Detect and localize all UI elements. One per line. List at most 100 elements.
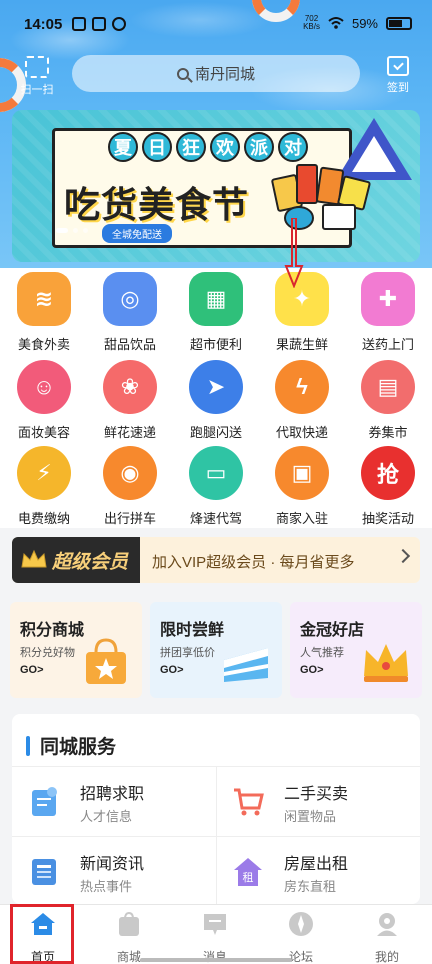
scooter-icon: ➤ [189, 360, 243, 414]
electric-bill-icon: ⚡ [17, 446, 71, 500]
net-speed-unit: KB/s [303, 22, 320, 31]
message-icon [204, 914, 226, 935]
beauty-face-icon: ☺ [17, 360, 71, 414]
steering-wheel-icon-glyph: ◉ [120, 460, 140, 485]
city-service-recruit[interactable]: 招聘求职 人才信息 [12, 772, 212, 832]
scan-icon [25, 56, 49, 78]
service-item[interactable]: ✚ 送药上门 [345, 272, 431, 353]
promo-card-points[interactable]: 积分商城 积分兑好物 GO> [10, 602, 142, 698]
service-item[interactable]: 抢抽奖活动 [345, 446, 431, 527]
flower-icon: ❀ [103, 360, 157, 414]
service-item[interactable]: ◉ 出行拼车 [87, 446, 173, 527]
vip-message: 加入VIP超级会员 · 每月省更多 [152, 554, 355, 571]
promo-title: 限时尝鲜 [160, 622, 225, 639]
tab-profile[interactable]: 我的 [344, 911, 430, 964]
promo-banner[interactable]: 夏 日 狂 欢 派 对 吃货美食节 全城免配送 [12, 110, 420, 262]
battery-percent: 59% [351, 15, 378, 31]
vip-badge: 超级会员 [12, 537, 140, 583]
battery-icon [386, 16, 412, 30]
service-label: 美食外卖 [17, 337, 70, 352]
service-item[interactable]: ▦ 超市便利 [173, 272, 259, 353]
gesture-bar[interactable] [140, 958, 292, 962]
banner-char: 夏 [108, 132, 138, 162]
steering-wheel-icon: ◉ [103, 446, 157, 500]
service-item[interactable]: ☺ 面妆美容 [1, 360, 87, 441]
profile-icon [377, 913, 397, 936]
ticket-icon: ▤ [361, 360, 415, 414]
service-label: 面妆美容 [17, 425, 70, 440]
scan-label: 扫一扫 [20, 84, 54, 96]
service-item[interactable]: ϟ 代取快递 [259, 360, 345, 441]
city-service-news[interactable]: 新闻资讯 热点事件 [12, 842, 212, 902]
checkin-label: 签到 [387, 82, 409, 94]
promo-card-tasting[interactable]: 限时尝鲜 拼团享低价 GO> [150, 602, 282, 698]
donut-icon: ◎ [103, 272, 157, 326]
banner-char: 派 [244, 132, 274, 162]
lightning-runner-icon-glyph: ϟ [296, 374, 308, 399]
tab-forum[interactable]: 论坛 [258, 911, 344, 964]
city-services-panel: 同城服务 招聘求职 人才信息 二手买卖 闲置物品 新闻资讯 热点事件 租 房屋出… [12, 714, 420, 904]
car-icon-glyph: ▭ [205, 460, 227, 485]
service-label: 果蔬生鲜 [275, 337, 328, 352]
service-title: 招聘求职 [80, 786, 145, 803]
app-notification-icon [72, 17, 86, 31]
news-icon [32, 859, 56, 885]
service-subtitle: 人才信息 [80, 809, 133, 824]
promo-card-crown-store[interactable]: 金冠好店 人气推荐 GO> [290, 602, 422, 698]
status-bar: 14:05 702 KB/s 59% [0, 0, 432, 50]
service-item[interactable]: ❀ 鲜花速递 [87, 360, 173, 441]
service-item[interactable]: ⚡ 电费缴纳 [1, 446, 87, 527]
lightning-runner-icon: ϟ [275, 360, 329, 414]
tab-mall[interactable]: 商城 [86, 911, 172, 964]
recruit-icon [32, 787, 57, 816]
scan-button[interactable]: 扫一扫 [14, 56, 60, 96]
service-label: 抽奖活动 [361, 511, 414, 526]
city-service-secondhand[interactable]: 二手买卖 闲置物品 [216, 772, 416, 832]
service-label: 券集市 [368, 425, 408, 440]
shop-bag-icon [119, 911, 139, 936]
cake-icon [224, 648, 268, 682]
promo-title: 金冠好店 [300, 622, 365, 639]
banner-pagination [56, 228, 88, 233]
checkin-button[interactable]: 签到 [378, 56, 418, 95]
service-item[interactable]: ▤ 券集市 [345, 360, 431, 441]
banner-tag: 全城免配送 [102, 224, 172, 243]
scooter-icon-glyph: ➤ [206, 374, 226, 399]
service-item[interactable]: ◎ 甜品饮品 [87, 272, 173, 353]
crown-icon [21, 549, 47, 568]
lottery-icon-glyph: 抢 [376, 462, 399, 487]
banner-char: 狂 [176, 132, 206, 162]
service-label: 电费缴纳 [17, 511, 70, 526]
tab-messages[interactable]: 消息 [172, 911, 258, 964]
service-item[interactable]: ▣ 商家入驻 [259, 446, 345, 527]
vip-banner[interactable]: 超级会员 加入VIP超级会员 · 每月省更多 [12, 537, 420, 583]
city-services-header: 同城服务 [26, 732, 116, 759]
city-services-title: 同城服务 [40, 737, 117, 758]
beauty-face-icon-glyph: ☺ [32, 374, 56, 399]
banner-headline: 吃货美食节 [64, 184, 250, 225]
service-item[interactable]: ▭ 烽速代驾 [173, 446, 259, 527]
electric-bill-icon-glyph: ⚡ [36, 460, 52, 485]
donut-icon-glyph: ◎ [120, 286, 140, 311]
tab-label: 我的 [374, 950, 399, 964]
service-item[interactable]: ➤ 跑腿闪送 [173, 360, 259, 441]
service-item[interactable]: ≋ 美食外卖 [1, 272, 87, 353]
banner-topline: 夏 日 狂 欢 派 对 [108, 132, 308, 162]
app-notification-icon [112, 17, 126, 31]
search-bar[interactable]: 南丹同城 [72, 55, 360, 92]
vip-badge-label: 超级会员 [52, 551, 129, 573]
noodle-bowl-icon: ≋ [17, 272, 71, 326]
banner-char: 对 [278, 132, 308, 162]
service-subtitle: 房东直租 [284, 879, 337, 894]
merchant-card-icon: ▣ [275, 446, 329, 500]
service-subtitle: 闲置物品 [284, 809, 337, 824]
flower-icon-glyph: ❀ [120, 374, 140, 399]
service-label: 代取快递 [275, 425, 328, 440]
service-title: 二手买卖 [284, 786, 349, 803]
medicine-box-icon: ✚ [361, 272, 415, 326]
shopping-bag-icon [86, 638, 126, 684]
medicine-box-icon-glyph: ✚ [378, 286, 398, 311]
merchant-card-icon-glyph: ▣ [291, 460, 313, 485]
search-icon [176, 67, 189, 80]
city-service-rent[interactable]: 租 房屋出租 房东直租 [216, 842, 416, 902]
